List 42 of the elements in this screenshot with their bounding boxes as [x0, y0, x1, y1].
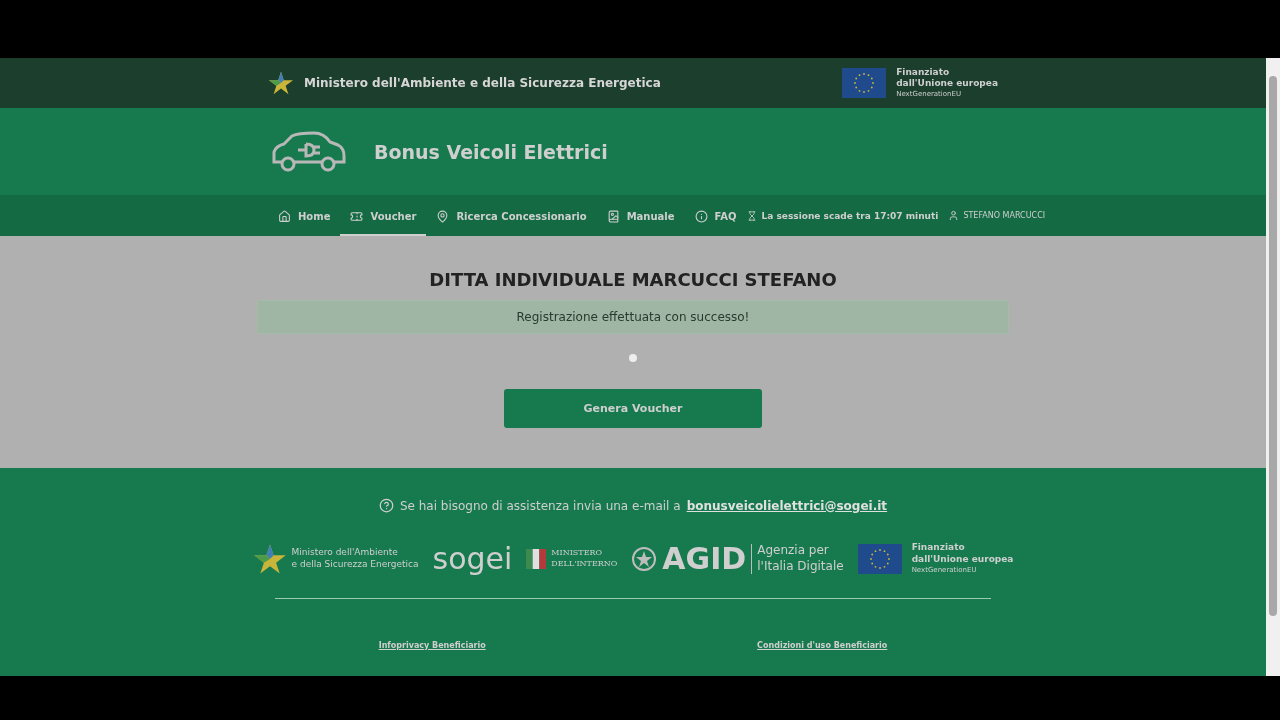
agid-logo: AGID: [662, 541, 747, 576]
nav-tab[interactable]: FAQ: [684, 199, 747, 236]
sogei-logo: sogei: [432, 541, 513, 576]
generate-voucher-button[interactable]: Genera Voucher: [504, 389, 762, 428]
company-heading: DITTA INDIVIDUALE MARCUCCI STEFANO: [429, 269, 837, 290]
success-alert: Registrazione effettuata con successo!: [257, 300, 1009, 334]
footer-link[interactable]: Condizioni d'uso Beneficiario: [757, 641, 888, 650]
eu-funding-text: Finanziato: [896, 66, 951, 79]
eu-funding-text: dall'Unione europea: [911, 553, 1014, 566]
eu-funding-text: Finanziato: [911, 542, 966, 554]
book-icon: [606, 210, 620, 223]
interior-ministry-text: MINISTERO: [551, 548, 604, 559]
ministry-logo-text: Ministero dell'Ambiente: [291, 546, 399, 559]
user-icon: [948, 210, 960, 221]
italian-flag-icon: [526, 548, 547, 569]
eu-flag-icon: [842, 68, 887, 98]
eu-flag-icon: [857, 543, 902, 574]
scrollbar-thumb[interactable]: [1269, 76, 1277, 616]
info-icon: [694, 210, 708, 223]
hourglass-icon: [746, 210, 757, 221]
eu-funding-text: dall'Unione europea: [896, 78, 998, 90]
help-icon: [378, 498, 394, 513]
footer-link[interactable]: Infoprivacy Beneficiario: [378, 641, 486, 650]
agid-name-text: l'Italia Digitale: [757, 558, 844, 575]
map-pin-icon: [436, 210, 450, 223]
help-text: Se hai bisogno di assistenza invia una e-mail a: [399, 498, 681, 513]
emblem-icon: [631, 545, 658, 572]
session-timer: La sessione scade tra 17:07 minuti: [746, 210, 939, 221]
agid-name-text: Agenzia per: [757, 542, 830, 559]
ministry-logo-text: e della Sicurezza Energetica: [291, 558, 419, 571]
nav-tab[interactable]: Home: [268, 199, 341, 236]
ministry-name: Ministero dell'Ambiente e della Sicurezza Energetica: [304, 76, 662, 90]
app-title: Bonus Veicoli Elettrici: [374, 140, 608, 163]
email-link[interactable]: bonusveicolielettrici@sogei.it: [686, 498, 888, 513]
home-icon: [278, 210, 291, 223]
loading-dot: [629, 354, 637, 362]
nav-tab[interactable]: Manuale: [596, 199, 685, 236]
ticket-icon: [350, 210, 364, 223]
user-name[interactable]: STEFANO MARCUCCI: [948, 210, 1046, 221]
interior-ministry-text: DELL'INTERNO: [551, 558, 618, 569]
nav-tab[interactable]: Ricerca Concessionario: [426, 199, 597, 236]
star-logo-icon: [268, 70, 294, 96]
